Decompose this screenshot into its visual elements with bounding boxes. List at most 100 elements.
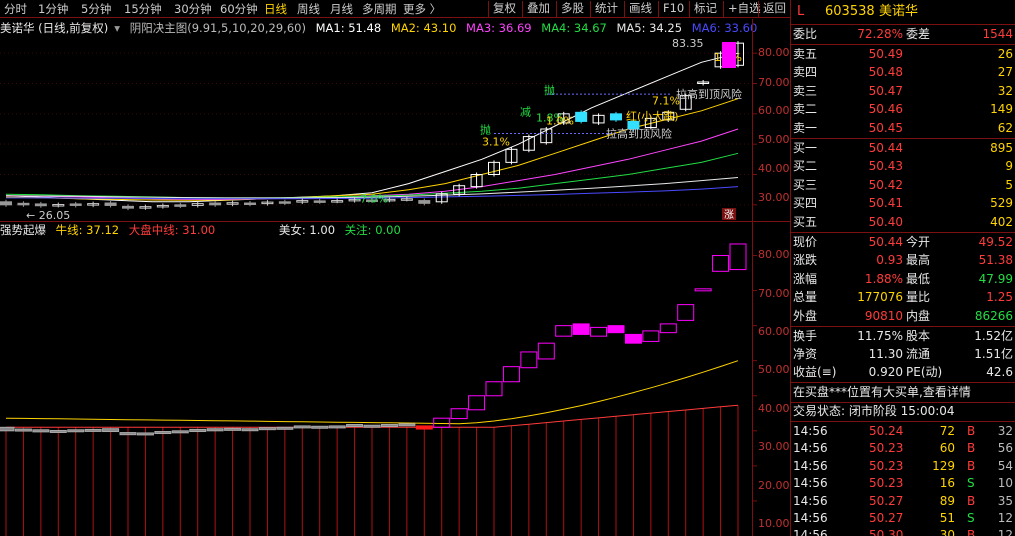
tick-side: B	[967, 458, 976, 473]
candle	[610, 113, 622, 121]
period-tab-15min[interactable]: 15分钟	[124, 2, 162, 16]
tick-volume: 60	[939, 441, 955, 456]
bid-level[interactable]: 买三 50.42 5	[791, 177, 1015, 194]
tool-stats-button[interactable]: 统计	[590, 1, 622, 17]
indicator-candle	[14, 428, 32, 432]
sub-line-beauty: 美女: 1.00	[278, 223, 336, 237]
quote-row[interactable]: 涨跌 0.93 最高 51.38	[791, 252, 1015, 269]
indicator-candle	[363, 424, 381, 428]
tool-back-button[interactable]: 返回	[758, 1, 790, 17]
period-tab-30min[interactable]: 30分钟	[174, 2, 212, 16]
axis-separator	[752, 19, 753, 536]
stats-row[interactable]: 收益(≡) 0.920 PE(动) 42.6	[791, 364, 1015, 381]
indicator-name[interactable]: 阴阳决主图(9.91,5,10,20,29,60)	[130, 21, 306, 35]
quote-row[interactable]: 总量 177076 量比 1.25	[791, 289, 1015, 306]
sub-axis-tick: 30.00	[758, 440, 790, 453]
ma2-label: MA2: 43.10	[390, 21, 457, 35]
indicator-candle	[241, 428, 259, 432]
reduce-marker: 减	[520, 105, 531, 118]
period-tab-weekly[interactable]: 周线	[297, 2, 320, 16]
sub-axis-tick: 60.00	[758, 325, 790, 338]
chart-title[interactable]: 美诺华 (日线,前复权)	[0, 21, 108, 35]
tick-price: 50.30	[869, 528, 904, 536]
stats-value: 1.51亿	[974, 347, 1013, 361]
quote-row[interactable]: 涨幅 1.88% 最低 47.99	[791, 271, 1015, 288]
bid-level[interactable]: 买一 50.44 895	[791, 140, 1015, 157]
quote-row[interactable]: 现价 50.44 今开 49.52	[791, 234, 1015, 251]
ask-level[interactable]: 卖二 50.46 149	[791, 101, 1015, 118]
tool-overlay-button[interactable]: 叠加	[522, 1, 554, 17]
tick-price: 50.23	[869, 458, 904, 473]
tick-row[interactable]: 14:56 50.24 72 B 32	[791, 423, 1015, 440]
tick-row[interactable]: 14:56 50.23 60 B 56	[791, 440, 1015, 457]
ask-level[interactable]: 卖五 50.49 26	[791, 46, 1015, 63]
period-tab-monthly[interactable]: 月线	[330, 2, 353, 16]
candle	[104, 202, 117, 206]
bid-price: 50.40	[868, 214, 903, 229]
bid-level[interactable]: 买二 50.43 9	[791, 158, 1015, 175]
candle	[418, 200, 431, 204]
indicator-candle	[189, 428, 207, 433]
tool-multistock-button[interactable]: 多股	[556, 1, 588, 17]
tool-f10-button[interactable]: F10	[658, 1, 688, 17]
tool-mark-button[interactable]: 标记	[689, 1, 721, 17]
period-tab-more[interactable]: 更多 〉	[403, 2, 441, 16]
tool-draw-button[interactable]: 画线	[624, 1, 656, 17]
ma1-label: MA1: 51.48	[315, 21, 382, 35]
stock-header[interactable]: L 603538 美诺华	[791, 2, 1015, 22]
ask-level[interactable]: 卖三 50.47 32	[791, 83, 1015, 100]
stats-label: 换手	[793, 329, 818, 343]
bid-level[interactable]: 买四 50.41 529	[791, 195, 1015, 212]
period-tab-timeshare[interactable]: 分时	[4, 2, 27, 16]
stats-value: 0.920	[868, 365, 903, 379]
indicator-candle	[520, 351, 538, 369]
kline-chart[interactable]: ← 26.0583.35-7.0%3.1%抛抛减 1.8%1.0%7.1%红(小大…	[0, 38, 790, 220]
market-midline	[6, 404, 739, 428]
main-axis-tick: 80.00	[758, 46, 790, 59]
ask-level[interactable]: 卖一 50.45 62	[791, 120, 1015, 137]
signal-label: 红(小大跌)	[626, 109, 679, 123]
ask-volume: 26	[997, 47, 1013, 61]
stats-row[interactable]: 换手 11.75% 股本 1.52亿	[791, 328, 1015, 345]
tick-row[interactable]: 14:56 50.23 129 B 54	[791, 458, 1015, 475]
period-tab-1min[interactable]: 1分钟	[38, 2, 68, 16]
tick-row[interactable]: 14:56 50.27 51 S 12	[791, 510, 1015, 527]
period-tab-daily[interactable]: 日线	[264, 2, 287, 16]
tick-row[interactable]: 14:56 50.23 16 S 10	[791, 475, 1015, 492]
tick-row[interactable]: 14:56 50.27 89 B 35	[791, 493, 1015, 510]
bid-volume: 5	[1005, 177, 1013, 192]
tick-time: 14:56	[793, 528, 828, 536]
indicator-candle	[102, 428, 120, 433]
candle	[575, 111, 588, 122]
main-axis-tick: 30.00	[758, 191, 790, 204]
tool-adjust-button[interactable]: 复权	[488, 1, 520, 17]
main-chart-legend: 美诺华 (日线,前复权) ▾ 阴阳决主图(9.91,5,10,20,29,60) …	[0, 19, 757, 37]
sub-indicator-title[interactable]: 强势起爆	[0, 223, 46, 237]
ask-level[interactable]: 卖四 50.48 27	[791, 64, 1015, 81]
dropdown-icon[interactable]: ▾	[114, 21, 120, 35]
tick-row[interactable]: 14:56 50.30 30 B 12	[791, 527, 1015, 536]
indicator-candle	[67, 429, 85, 433]
ma3-label: MA3: 36.69	[466, 21, 532, 35]
tick-price: 50.27	[869, 511, 904, 525]
indicator-candle	[32, 429, 50, 433]
indicator-candle	[206, 428, 224, 432]
indicator-chart[interactable]	[0, 238, 790, 536]
period-tab-5min[interactable]: 5分钟	[81, 2, 111, 16]
period-tab-60min[interactable]: 60分钟	[220, 2, 258, 16]
stats-row[interactable]: 净资 11.30 流通 1.51亿	[791, 346, 1015, 363]
main-axis-tick: 50.00	[758, 133, 790, 146]
period-tab-multi[interactable]: 多周期	[362, 2, 397, 16]
sub-axis-tick: 70.00	[758, 287, 790, 300]
tick-volume: 51	[939, 511, 955, 525]
big-order-notice[interactable]: 在买盘***位置有大买单,查看详情	[791, 384, 1015, 401]
tick-side: B	[967, 493, 976, 508]
indicator-candle	[154, 431, 172, 435]
quote-label: 内盘	[906, 308, 931, 323]
quote-row[interactable]: 外盘 90810 内盘 86266	[791, 308, 1015, 325]
ask-volume: 62	[997, 120, 1013, 135]
candle	[122, 205, 134, 209]
bid-level[interactable]: 买五 50.40 402	[791, 214, 1015, 231]
indicator-candle	[136, 432, 154, 436]
indicator-candle	[659, 323, 677, 334]
